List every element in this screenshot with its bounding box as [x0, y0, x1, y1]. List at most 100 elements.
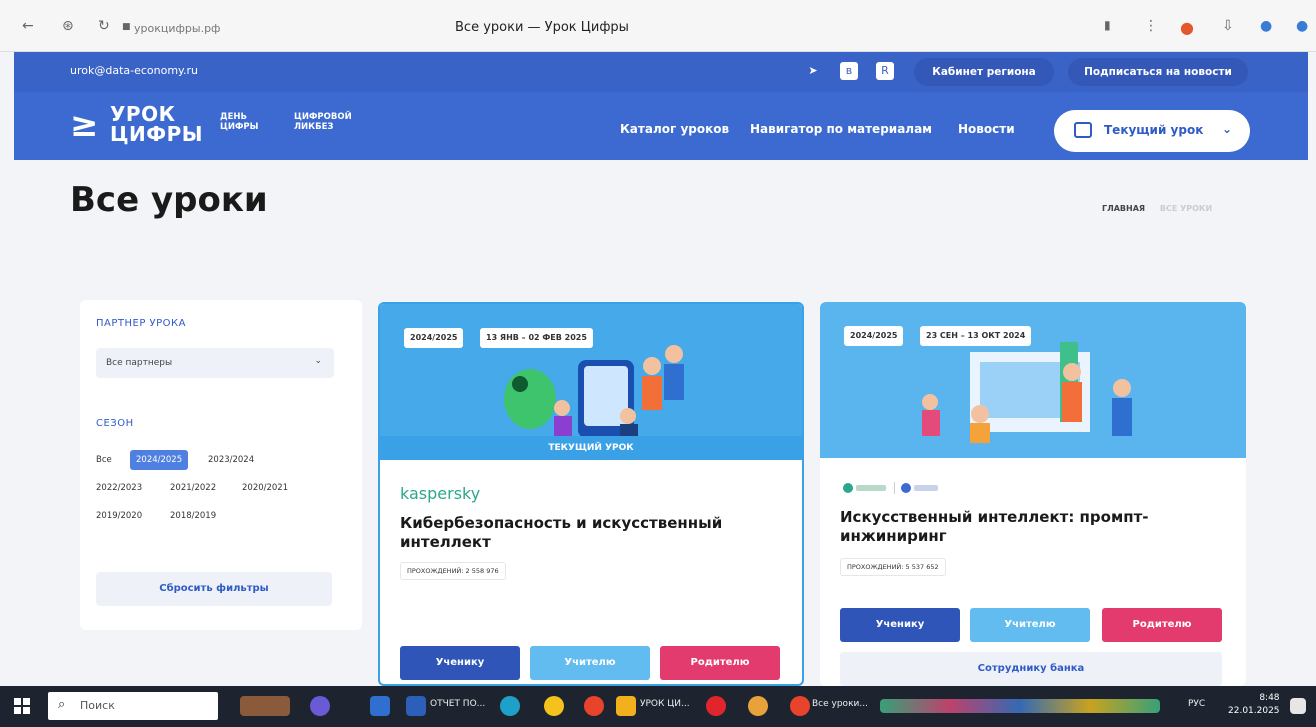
partner-logo-icon	[843, 482, 938, 494]
breadcrumb-current: ВСЕ УРОКИ	[1159, 204, 1213, 213]
partner-select-value: Все партнеры	[106, 358, 173, 368]
filters-panel: ПАРТНЕР УРОКА Все партнеры ⌄ СЕЗОН Все 2…	[80, 300, 362, 630]
clock-date: 22.01.2025	[1228, 706, 1280, 716]
bookmark-icon[interactable]: ▮	[1104, 18, 1111, 32]
parent-button[interactable]: Родителю	[660, 646, 780, 680]
logo-line-2: ЦИФРЫ	[110, 122, 204, 146]
word-icon[interactable]	[406, 696, 426, 716]
dates-badge: 23 СЕН – 13 ОКТ 2024	[920, 326, 1032, 346]
taskbar-app-label[interactable]: УРОК ЦИ...	[640, 699, 690, 709]
clock[interactable]: 8:48 22.01.2025	[1228, 692, 1280, 718]
chrome-icon[interactable]	[748, 696, 768, 716]
season-chip-2021-2022[interactable]: 2021/2022	[164, 478, 222, 498]
logo-line-1: УРОК	[110, 102, 176, 126]
season-chip-2023-2024[interactable]: 2023/2024	[202, 450, 260, 470]
lesson-title[interactable]: Искусственный интеллект: промпт-инжинири…	[840, 508, 1220, 546]
parent-button[interactable]: Родителю	[1102, 608, 1222, 642]
day-of-digits-logo[interactable]: ДЕНЬ ЦИФРЫ	[220, 112, 258, 132]
reload-icon[interactable]: ↻	[98, 18, 110, 34]
season-badge: 2024/2025	[404, 328, 464, 348]
search-icon: ⌕	[58, 697, 66, 712]
teacher-button[interactable]: Учителю	[970, 608, 1090, 642]
teacher-button[interactable]: Учителю	[530, 646, 650, 680]
system-tray-icons[interactable]	[880, 699, 1160, 713]
season-badge: 2024/2025	[844, 326, 904, 346]
season-chip-all[interactable]: Все	[90, 450, 118, 470]
day-logo-line-2: ЦИФРЫ	[220, 122, 259, 132]
windows-start-icon[interactable]	[14, 698, 30, 714]
current-lesson-label: Текущий урок	[1104, 123, 1204, 137]
taskbar-app-icon[interactable]	[544, 696, 564, 716]
partner-label: ПАРТНЕР УРОКА	[96, 318, 186, 329]
season-chip-2020-2021[interactable]: 2020/2021	[236, 478, 294, 498]
windows-taskbar: ⌕ Поиск ОТЧЕТ ПО... УРОК ЦИ... Все уроки…	[0, 686, 1316, 727]
likbez-logo-line-2: ЛИКБЕЗ	[294, 122, 334, 132]
profile-icon[interactable]: ●	[1260, 18, 1272, 34]
top-info-bar: urok@data-economy.ru ➤ в R Кабинет регио…	[14, 52, 1308, 92]
reset-filters-button[interactable]: Сбросить фильтры	[96, 572, 332, 606]
folder-icon[interactable]	[616, 696, 636, 716]
subscribe-button[interactable]: Подписаться на новости	[1068, 58, 1248, 86]
edge-icon[interactable]	[500, 696, 520, 716]
season-chip-2024-2025[interactable]: 2024/2025	[130, 450, 189, 470]
student-button[interactable]: Ученику	[840, 608, 960, 642]
extension-icon[interactable]: ●	[1180, 18, 1194, 37]
season-chip-2019-2020[interactable]: 2019/2020	[90, 506, 148, 526]
notifications-icon[interactable]	[1290, 698, 1306, 714]
passes-count: ПРОХОЖДЕНИЙ: 2 558 976	[400, 562, 506, 580]
season-label: СЕЗОН	[96, 418, 134, 429]
address-bar[interactable]: урокцифры.рф	[134, 22, 220, 35]
taskbar-app-label[interactable]: ОТЧЕТ ПО...	[430, 699, 485, 709]
breadcrumb-home[interactable]: ГЛАВНАЯ	[1102, 204, 1145, 213]
likbez-logo-line-1: ЦИФРОВОЙ	[294, 112, 352, 122]
taskbar-image-icon[interactable]	[240, 696, 290, 716]
partner-logos	[842, 480, 952, 499]
site-logo[interactable]: УРОК ЦИФРЫ	[110, 104, 203, 144]
season-chip-2022-2023[interactable]: 2022/2023	[90, 478, 148, 498]
lesson-title[interactable]: Кибербезопасность и искусственный интелл…	[400, 514, 780, 552]
logo-chevron-icon: ≥	[70, 105, 99, 145]
telegram-icon[interactable]: ➤	[804, 62, 822, 80]
likbez-logo[interactable]: ЦИФРОВОЙ ЛИКБЕЗ	[294, 112, 352, 132]
taskbar-search[interactable]: ⌕ Поиск	[48, 692, 218, 720]
robot-icon	[1074, 122, 1092, 138]
site-header: ≥ УРОК ЦИФРЫ ДЕНЬ ЦИФРЫ ЦИФРОВОЙ ЛИКБЕЗ …	[14, 92, 1308, 160]
nav-navigator[interactable]: Навигатор по материалам	[750, 122, 932, 136]
nav-news[interactable]: Новости	[958, 122, 1015, 136]
shield-icon[interactable]: ⊛	[62, 18, 74, 34]
browser-chrome: ← ⊛ ↻ ■ урокцифры.рф Все уроки — Урок Ци…	[0, 0, 1316, 52]
tab-title: Все уроки — Урок Цифры	[455, 20, 629, 35]
taskbar-app-icon[interactable]	[370, 696, 390, 716]
day-logo-line-1: ДЕНЬ	[220, 112, 247, 122]
downloads-icon[interactable]: ⇩	[1222, 18, 1234, 34]
current-lesson-tag: ТЕКУЩИЙ УРОК	[380, 436, 802, 460]
yandex-icon[interactable]	[584, 696, 604, 716]
lock-icon: ■	[122, 22, 131, 32]
back-icon[interactable]: ←	[22, 18, 34, 34]
nav-catalog[interactable]: Каталог уроков	[620, 122, 729, 136]
rutube-icon[interactable]: R	[876, 62, 894, 80]
contact-email[interactable]: urok@data-economy.ru	[70, 64, 198, 77]
yandex-browser-icon[interactable]	[790, 696, 810, 716]
current-lesson-button[interactable]: Текущий урок ⌄	[1054, 110, 1250, 152]
language-indicator[interactable]: РУС	[1188, 699, 1205, 709]
opera-icon[interactable]	[706, 696, 726, 716]
partner-select[interactable]: Все партнеры ⌄	[96, 348, 334, 378]
student-button[interactable]: Ученику	[400, 646, 520, 680]
clock-time: 8:48	[1259, 693, 1280, 703]
cabinet-button[interactable]: Кабинет региона	[914, 58, 1054, 86]
breadcrumb: ГЛАВНАЯ ВСЕ УРОКИ	[1102, 204, 1212, 213]
season-chip-2018-2019[interactable]: 2018/2019	[164, 506, 222, 526]
vk-icon[interactable]: в	[840, 62, 858, 80]
taskbar-app-label[interactable]: Все уроки...	[812, 699, 868, 709]
chevron-down-icon: ⌄	[1222, 122, 1233, 136]
dates-badge: 13 ЯНВ – 02 ФЕВ 2025	[480, 328, 593, 348]
lesson-card[interactable]: 2024/2025 13 ЯНВ – 02 ФЕВ 2025 ТЕКУЩИЙ У…	[378, 302, 804, 686]
bank-employee-button[interactable]: Сотруднику банка	[840, 652, 1222, 686]
partner-logo-kaspersky: kaspersky	[400, 484, 481, 503]
sync-icon[interactable]: ●	[1296, 18, 1308, 34]
menu-icon[interactable]: ⋮	[1144, 18, 1158, 34]
page-title: Все уроки	[70, 180, 268, 220]
lesson-card[interactable]: 2024/2025 23 СЕН – 13 ОКТ 2024 Искусстве…	[820, 302, 1246, 686]
taskbar-app-icon[interactable]	[310, 696, 330, 716]
